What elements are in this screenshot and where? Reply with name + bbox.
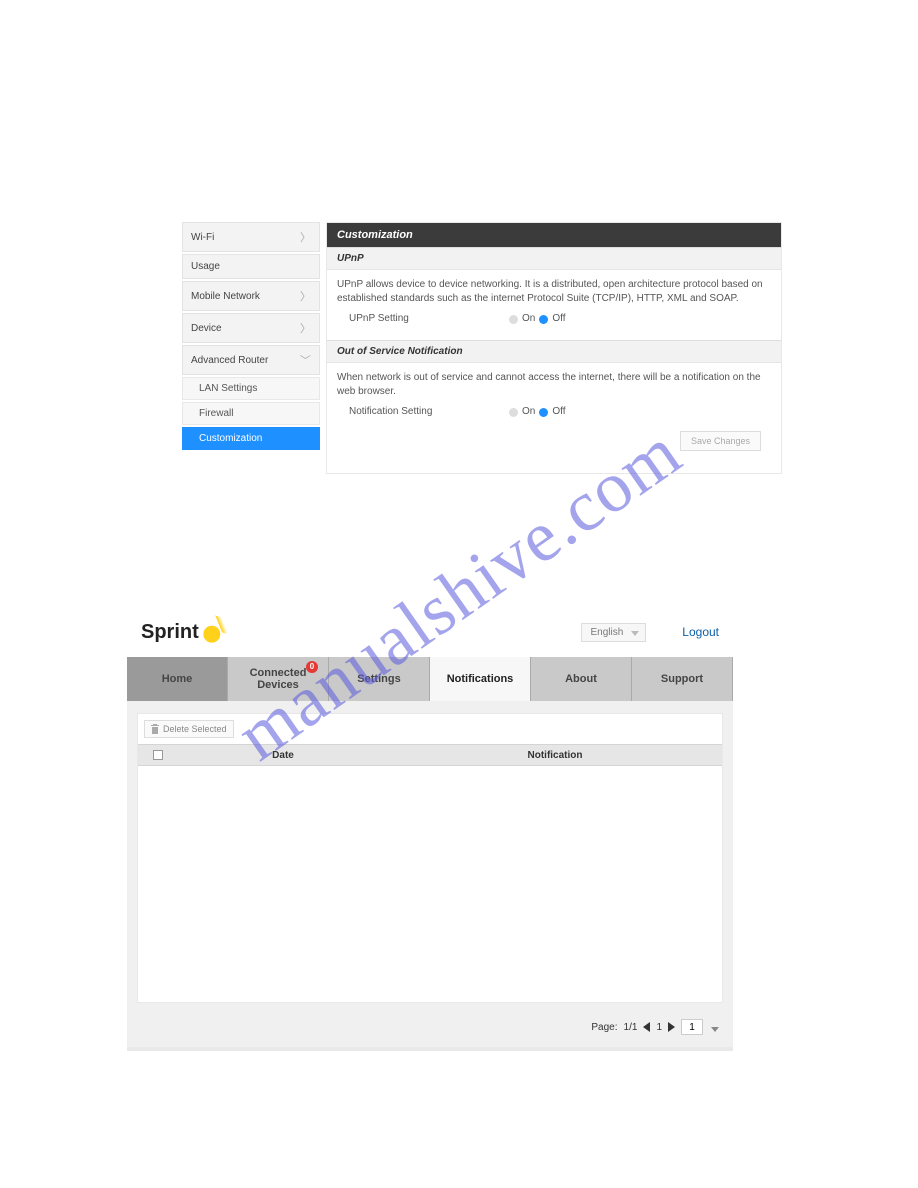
sidebar-sub-lan-settings[interactable]: LAN Settings (182, 377, 320, 400)
trash-icon (151, 724, 159, 734)
main-tabs: Home Connected Devices 0 Settings Notifi… (127, 657, 733, 701)
oos-toggle[interactable]: On Off (509, 405, 566, 419)
page-title: Customization (327, 223, 781, 247)
delete-label: Delete Selected (163, 724, 227, 734)
chevron-right-icon: 〉 (300, 320, 311, 336)
top-bar: Sprint English Logout (127, 607, 733, 657)
radio-off-icon (509, 315, 518, 324)
tab-connected-devices[interactable]: Connected Devices 0 (228, 657, 329, 701)
sidebar-item-usage[interactable]: Usage (182, 254, 320, 279)
upnp-heading: UPnP (327, 247, 781, 270)
on-label: On (522, 312, 535, 326)
page-next-icon[interactable] (668, 1022, 675, 1032)
page-prev-icon[interactable] (643, 1022, 650, 1032)
notifications-page: Sprint English Logout Home Connected Dev… (127, 607, 733, 1051)
sidebar-item-label: Device (191, 323, 222, 334)
customization-panel: Wi-Fi 〉 Usage Mobile Network 〉 Device 〉 … (182, 222, 782, 474)
tab-home[interactable]: Home (127, 657, 228, 701)
upnp-section: UPnP allows device to device networking.… (327, 270, 781, 340)
sidebar-item-label: Wi-Fi (191, 232, 214, 243)
brand-text: Sprint (141, 621, 199, 644)
oos-heading: Out of Service Notification (327, 340, 781, 363)
sidebar-sub-firewall[interactable]: Firewall (182, 402, 320, 425)
chevron-down-icon: 〉 (298, 355, 314, 366)
sidebar-item-label: Mobile Network (191, 291, 260, 302)
off-label: Off (552, 312, 565, 326)
language-select[interactable]: English (581, 623, 646, 642)
content-area: Customization UPnP UPnP allows device to… (326, 222, 782, 474)
settings-sidebar: Wi-Fi 〉 Usage Mobile Network 〉 Device 〉 … (182, 222, 320, 474)
tab-label: Connected Devices (250, 667, 307, 691)
delete-selected-button[interactable]: Delete Selected (144, 720, 234, 738)
upnp-setting-label: UPnP Setting (349, 312, 509, 326)
logout-link[interactable]: Logout (682, 625, 719, 639)
notifications-area: Delete Selected Date Notification (127, 701, 733, 1009)
tab-support[interactable]: Support (632, 657, 733, 701)
oos-description: When network is out of service and canno… (337, 371, 771, 399)
sidebar-item-device[interactable]: Device 〉 (182, 313, 320, 343)
col-notification: Notification (388, 750, 722, 761)
oos-section: When network is out of service and canno… (327, 363, 781, 473)
select-all-checkbox[interactable] (153, 750, 163, 760)
tab-settings[interactable]: Settings (329, 657, 430, 701)
sidebar-item-advanced-router[interactable]: Advanced Router 〉 (182, 345, 320, 375)
sidebar-item-mobile-network[interactable]: Mobile Network 〉 (182, 281, 320, 311)
brand-logo: Sprint (141, 621, 225, 644)
page-input[interactable] (681, 1019, 703, 1035)
upnp-description: UPnP allows device to device networking.… (337, 278, 771, 306)
tab-about[interactable]: About (531, 657, 632, 701)
oos-setting-row: Notification Setting On Off (337, 399, 771, 419)
sidebar-item-label: Usage (191, 261, 220, 272)
notifications-card: Delete Selected Date Notification (137, 713, 723, 1003)
devices-badge: 0 (306, 661, 318, 673)
chevron-right-icon: 〉 (300, 229, 311, 245)
upnp-toggle[interactable]: On Off (509, 312, 566, 326)
pager-pages: 1/1 (624, 1022, 638, 1033)
upnp-setting-row: UPnP Setting On Off (337, 306, 771, 326)
on-label: On (522, 405, 535, 419)
sidebar-sub-customization[interactable]: Customization (182, 427, 320, 450)
chevron-right-icon: 〉 (300, 288, 311, 304)
off-label: Off (552, 405, 565, 419)
pager: Page: 1/1 1 (127, 1009, 733, 1047)
tab-notifications[interactable]: Notifications (430, 657, 531, 701)
radio-on-icon (539, 315, 548, 324)
pager-current: 1 (656, 1022, 662, 1033)
sidebar-item-wifi[interactable]: Wi-Fi 〉 (182, 222, 320, 252)
pager-label: Page: (591, 1022, 617, 1033)
radio-off-icon (509, 408, 518, 417)
sprint-flare-icon (203, 621, 225, 643)
save-changes-button[interactable]: Save Changes (680, 431, 761, 451)
table-header: Date Notification (138, 744, 722, 766)
sidebar-item-label: Advanced Router (191, 355, 268, 366)
radio-on-icon (539, 408, 548, 417)
oos-setting-label: Notification Setting (349, 405, 509, 419)
col-date: Date (178, 750, 388, 761)
